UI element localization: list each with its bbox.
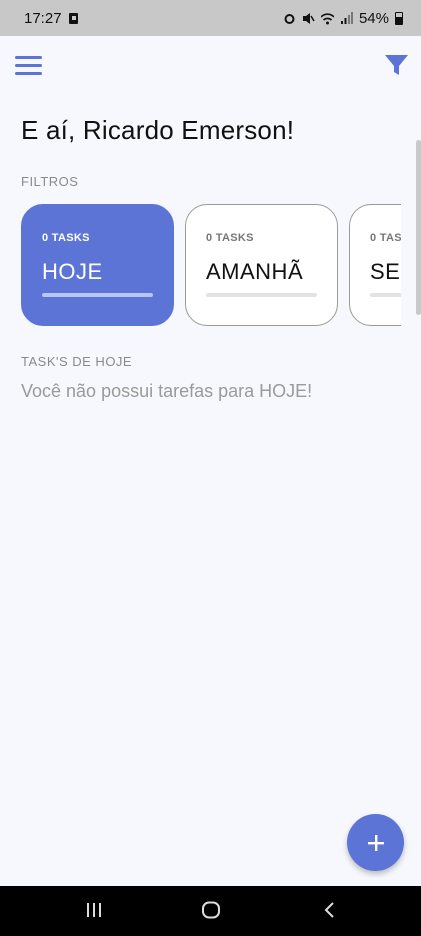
card-title: AMANHÃ	[206, 259, 304, 284]
notification-icon	[68, 12, 78, 24]
filter-card-semana[interactable]: 0 TASKS SEMANA	[349, 204, 401, 326]
status-right: 54%	[283, 10, 403, 27]
battery-percent: 54%	[358, 9, 389, 27]
mute-icon	[302, 12, 315, 24]
wifi-icon	[320, 12, 334, 24]
filter-card-hoje[interactable]: 0 TASKS HOJE	[21, 204, 174, 326]
greeting-title: E aí, Ricardo Emerson!	[21, 115, 295, 145]
card-progress-bar	[370, 293, 401, 297]
alarm-icon	[284, 13, 295, 24]
today-tasks-label: TASK'S DE HOJE	[21, 354, 133, 369]
card-progress-bar	[42, 293, 153, 297]
back-icon[interactable]	[322, 901, 338, 919]
card-title: HOJE	[42, 259, 103, 284]
status-time: 17:27	[24, 9, 62, 27]
home-icon[interactable]	[201, 901, 221, 919]
filter-cards-carousel[interactable]: 0 TASKS HOJE 0 TASKS AMANHÃ 0 TASKS SEMA…	[21, 204, 401, 328]
empty-tasks-message: Você não possui tarefas para HOJE!	[21, 381, 313, 401]
scrollbar[interactable]	[416, 140, 421, 315]
plus-icon	[367, 834, 384, 851]
card-task-count: 0 TASKS	[370, 232, 401, 244]
card-progress-bar	[206, 293, 317, 297]
app-header	[0, 36, 421, 96]
recents-icon[interactable]	[85, 901, 103, 919]
status-left: 17:27	[24, 10, 81, 27]
system-nav-bar	[0, 886, 421, 936]
card-task-count: 0 TASKS	[206, 232, 254, 244]
status-bar: 17:27 54%	[0, 0, 421, 36]
funnel-filter-icon[interactable]	[384, 53, 409, 78]
card-title: SEMANA	[370, 259, 401, 284]
card-task-count: 0 TASKS	[42, 232, 90, 244]
signal-icon	[340, 11, 353, 24]
battery-icon	[395, 11, 403, 25]
hamburger-menu-icon[interactable]	[15, 56, 42, 76]
filter-cards-track: 0 TASKS HOJE 0 TASKS AMANHÃ 0 TASKS SEMA…	[21, 204, 401, 326]
add-task-button[interactable]	[347, 814, 404, 871]
filter-card-amanha[interactable]: 0 TASKS AMANHÃ	[185, 204, 338, 326]
filters-label: FILTROS	[21, 174, 79, 189]
